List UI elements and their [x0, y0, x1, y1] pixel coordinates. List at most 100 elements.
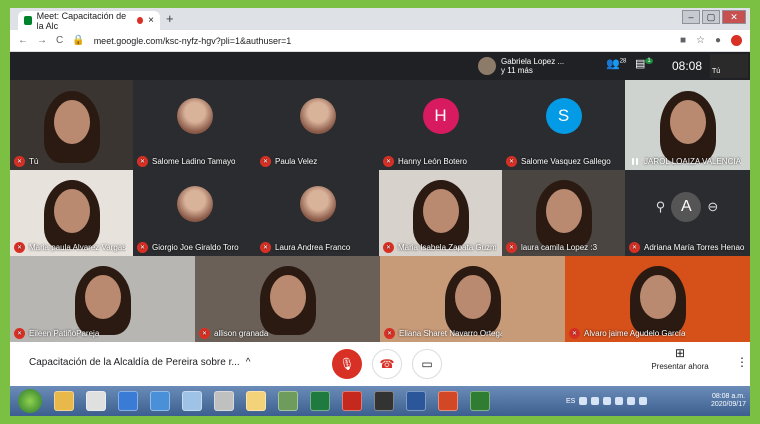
account-avatar-icon[interactable] [731, 35, 742, 46]
participant-name-text: Maria Isabela Zapata Guzm [398, 243, 497, 252]
media-center-icon[interactable] [374, 391, 394, 411]
tray-icon[interactable] [627, 397, 636, 405]
meet-favicon-icon [24, 16, 32, 25]
participant-tile[interactable]: ✕ Maria Isabela Zapata Guzm [379, 170, 502, 256]
close-tab-icon[interactable]: × [148, 15, 154, 26]
participant-tile[interactable]: H ✕ Hanny León Botero [379, 80, 502, 170]
participant-name: ✕ Eileen PatiñoPareja [14, 328, 99, 339]
folder-icon[interactable] [246, 391, 266, 411]
participant-tile[interactable]: ⚲ A ⊖ ✕ Adriana María Torres Henao [625, 170, 750, 256]
participant-name-text: Salome Vasquez Gallego [521, 157, 611, 166]
remove-icon[interactable]: ⊖ [707, 199, 718, 215]
presenter-chip[interactable]: Gabriela Lopez ... y 11 más [478, 55, 582, 77]
camera-button[interactable]: ▭ [412, 349, 442, 379]
mic-muted-icon: ✕ [384, 328, 395, 339]
recording-dot-icon [137, 17, 144, 24]
participants-icon[interactable]: 👥28 [606, 57, 626, 70]
pin-icon[interactable]: ⚲ [656, 199, 666, 215]
participant-name-text: Maria paula Alvarez Vargas [29, 243, 127, 252]
participant-name: ✕ Maria paula Alvarez Vargas [14, 242, 126, 253]
tray-icon[interactable] [603, 397, 612, 405]
chrome-icon[interactable] [86, 391, 106, 411]
acrobat-icon[interactable] [342, 391, 362, 411]
participant-tile[interactable]: JAROL LOAIZA VALENCIA [625, 80, 750, 170]
tray-clock[interactable]: 08:08 a.m. 2020/09/17 [711, 393, 746, 409]
participant-tile[interactable]: ✕ Giorgio Joe Giraldo Toro [133, 170, 256, 256]
participant-tile[interactable]: ✕ Eileen PatiñoPareja [10, 256, 195, 342]
browser-tab[interactable]: Meet: Capacitación de la Alc × [18, 11, 160, 31]
hang-up-icon: ☎ [379, 357, 395, 371]
forward-arrow-icon[interactable]: → [37, 35, 47, 46]
participant-initial: A [671, 192, 702, 222]
mic-muted-icon: ✕ [137, 156, 148, 167]
chevron-up-icon[interactable]: ^ [246, 357, 251, 368]
participant-tile[interactable]: ✕ Paula Velez [256, 80, 379, 170]
internet-explorer-icon[interactable] [150, 391, 170, 411]
word-icon[interactable] [406, 391, 426, 411]
participant-tile[interactable]: ✕ Salome Ladino Tamayo [133, 80, 256, 170]
tray-icon[interactable] [579, 397, 588, 405]
lock-icon[interactable]: 🔒 [72, 35, 84, 46]
participant-name-text: Giorgio Joe Giraldo Toro [152, 243, 239, 252]
presenter-name: Gabriela Lopez ... [501, 57, 565, 66]
maximize-button[interactable]: ▢ [702, 10, 720, 24]
participant-tile[interactable]: ✕ Laura Andrea Franco [256, 170, 379, 256]
mic-muted-icon: ✕ [14, 242, 25, 253]
tray-icon[interactable] [615, 397, 624, 405]
participant-tile[interactable]: ✕ Tú [10, 80, 133, 170]
participant-name: ✕ Hanny León Botero [383, 156, 467, 167]
powerpoint-icon[interactable] [438, 391, 458, 411]
person-face [639, 274, 676, 319]
person-face [422, 188, 459, 233]
participant-photo [299, 98, 336, 134]
start-button[interactable] [18, 389, 42, 413]
participant-tile[interactable]: ✕ Eliana Sharet Navarro Ortega [380, 256, 565, 342]
participant-name: ✕ laura camila Lopez :3 [506, 242, 597, 253]
volume-icon[interactable] [639, 397, 648, 405]
camera-indicator-icon[interactable]: ■ [680, 35, 686, 46]
participant-tile[interactable]: ✕ Maria paula Alvarez Vargas [10, 170, 133, 256]
language-indicator[interactable]: ES [566, 398, 575, 405]
present-now-button[interactable]: ⊞ Presentar ahora [650, 346, 710, 371]
participant-tile[interactable]: ✕ laura camila Lopez :3 [502, 170, 625, 256]
participants-count: 28 [619, 58, 627, 65]
meeting-details[interactable]: Capacitación de la Alcaldía de Pereira s… [29, 357, 250, 368]
participant-name-text: Eileen PatiñoPareja [29, 329, 100, 338]
person-face [454, 274, 491, 319]
close-window-button[interactable]: ✕ [722, 10, 746, 24]
self-preview[interactable]: Tú [710, 54, 748, 78]
participant-tile[interactable]: ✕ allison granada [195, 256, 380, 342]
tools-icon[interactable] [214, 391, 234, 411]
participant-initial: S [545, 98, 582, 134]
presenter-more: y 11 más [501, 66, 533, 75]
back-arrow-icon[interactable]: ← [18, 35, 28, 46]
participant-photo [176, 186, 213, 223]
skype-icon[interactable] [118, 391, 138, 411]
bookmark-star-icon[interactable]: ☆ [696, 35, 705, 46]
participant-tile[interactable]: S ✕ Salome Vasquez Gallego [502, 80, 625, 170]
participant-name-text: Hanny León Botero [398, 157, 467, 166]
clock: 08:08 [672, 59, 703, 73]
more-options-icon[interactable]: ⋮ [736, 355, 748, 369]
tray-icon[interactable] [591, 397, 600, 405]
reload-icon[interactable]: C [56, 35, 63, 46]
publisher-icon[interactable] [470, 391, 490, 411]
notepad-icon[interactable] [182, 391, 202, 411]
participant-tile[interactable]: ✕ Alvaro jaime Agudelo García [565, 256, 750, 342]
participant-name: ✕ Salome Vasquez Gallego [506, 156, 611, 167]
minimize-button[interactable]: – [682, 10, 700, 24]
profile-icon[interactable]: ● [715, 35, 721, 46]
tile-hover-controls: ⚲ A ⊖ [635, 190, 739, 224]
mic-muted-icon: ✕ [569, 328, 580, 339]
chat-icon[interactable]: ▤ 1 [635, 57, 653, 70]
new-tab-button[interactable]: + [166, 11, 174, 26]
mic-muted-icon: ✕ [199, 328, 210, 339]
media-player-icon[interactable] [54, 391, 74, 411]
mic-off-button[interactable]: 🎙 [332, 349, 362, 379]
app-icon[interactable] [278, 391, 298, 411]
excel-icon[interactable] [310, 391, 330, 411]
leave-call-button[interactable]: ☎ [372, 349, 402, 379]
url-field[interactable]: meet.google.com/ksc-nyfz-hgv?pli=1&authu… [94, 36, 292, 46]
participant-name: ✕ Tú [14, 156, 38, 167]
chat-count: 1 [645, 58, 653, 65]
